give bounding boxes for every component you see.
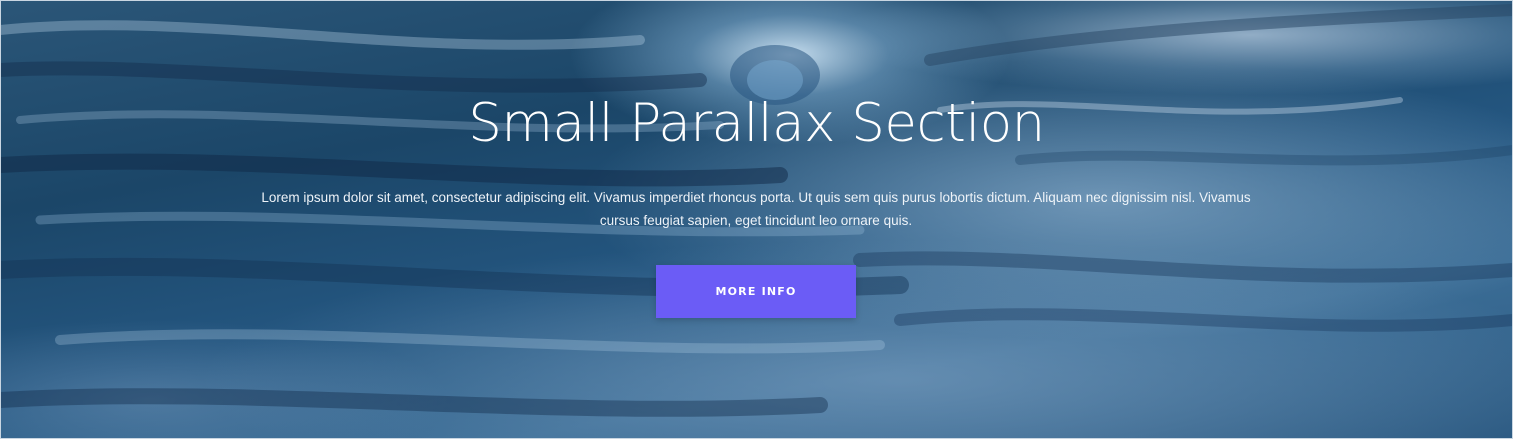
- parallax-hero-section: Small Parallax Section Lorem ipsum dolor…: [0, 0, 1513, 439]
- hero-description: Lorem ipsum dolor sit amet, consectetur …: [261, 190, 1251, 228]
- hero-title: Small Parallax Section: [468, 93, 1045, 154]
- hero-content: Small Parallax Section Lorem ipsum dolor…: [0, 0, 1513, 439]
- more-info-button[interactable]: MORE INFO: [656, 265, 856, 318]
